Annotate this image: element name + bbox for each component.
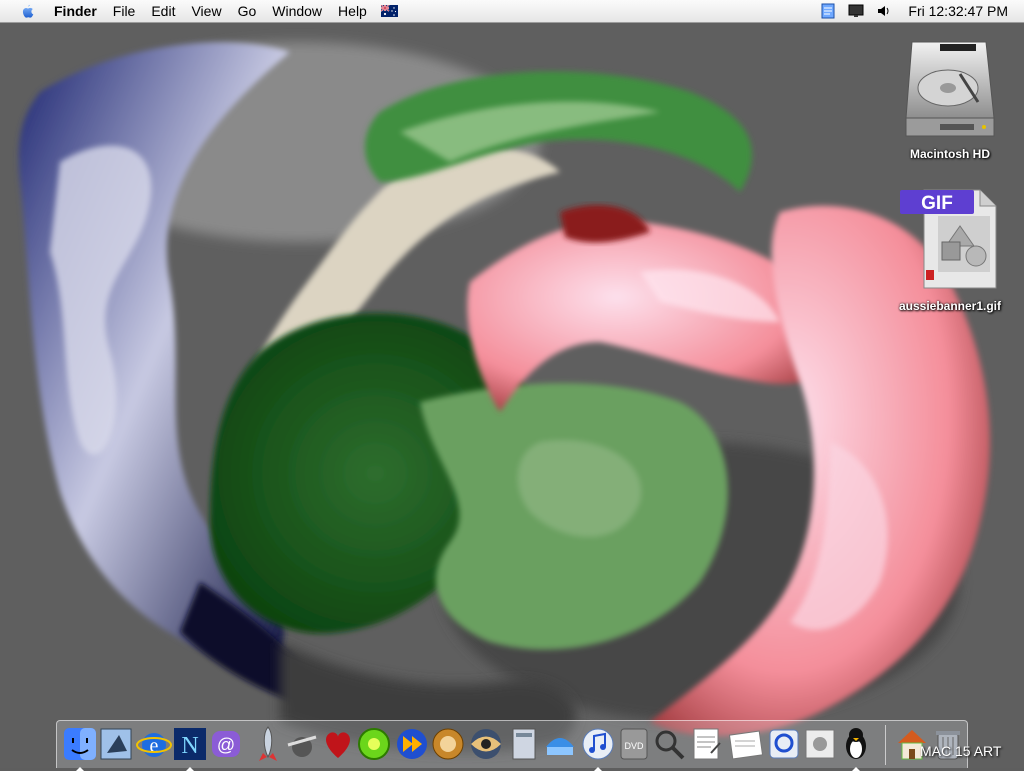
menu-bar: Finder File Edit View Go Window Help Fri…	[0, 0, 1024, 23]
forward-icon	[397, 729, 427, 759]
dock-item-internet-explorer[interactable]: e	[135, 725, 173, 763]
menu-file[interactable]: File	[105, 0, 144, 22]
dock-item-heart[interactable]	[319, 725, 357, 763]
search-icon	[655, 730, 685, 760]
bluecircle-icon	[358, 728, 390, 760]
desktop-icon-label: aussiebanner1.gif	[898, 299, 1002, 313]
dock-item-eye[interactable]	[467, 725, 505, 763]
iseek-icon	[287, 735, 317, 757]
rocket-icon	[259, 726, 277, 761]
netscape-icon: N	[174, 728, 206, 760]
document-menu-extra-icon[interactable]	[820, 3, 836, 19]
dock-item-notes[interactable]	[727, 725, 765, 763]
heart-icon	[326, 732, 350, 758]
eye-icon	[471, 729, 501, 759]
desktop-wallpaper	[0, 22, 1024, 768]
dock-item-network[interactable]	[541, 725, 579, 763]
dock-item-finder[interactable]	[61, 725, 99, 771]
display-menu-extra-icon[interactable]	[848, 3, 864, 19]
menu-go[interactable]: Go	[230, 0, 265, 22]
dock-item-iseek[interactable]	[283, 725, 321, 763]
apple-system-icon	[805, 729, 835, 759]
dock-item-rocket[interactable]	[249, 725, 287, 763]
dock: e N @ DVD	[56, 720, 968, 771]
dock-separator	[885, 725, 886, 765]
apple-menu-icon[interactable]	[18, 2, 36, 20]
dvd-player-icon: DVD	[620, 728, 648, 760]
quicktime-icon	[769, 729, 799, 759]
gif-badge-text: GIF	[921, 193, 953, 214]
dock-item-disk-utility[interactable]	[505, 725, 543, 763]
dock-item-search[interactable]	[651, 725, 689, 763]
text-edit-icon	[693, 728, 721, 760]
svg-text:@: @	[217, 735, 235, 755]
dock-item-apple-system[interactable]	[801, 725, 839, 763]
dock-item-dvd-player[interactable]: DVD	[615, 725, 653, 763]
notes-icon	[728, 730, 764, 760]
sherlock-icon: @	[212, 731, 240, 757]
desktop-icon-aussiebanner[interactable]: GIF aussiebanner1.gif	[880, 186, 1020, 313]
dock-item-gear-clock[interactable]	[429, 725, 467, 763]
dock-caption: MAC 15 ART	[920, 743, 1002, 759]
gif-file-icon: GIF	[900, 189, 997, 289]
dock-item-mail[interactable]	[97, 725, 135, 763]
svg-text:DVD: DVD	[624, 741, 644, 751]
itunes-icon	[582, 728, 614, 760]
finder-icon	[64, 728, 96, 760]
australia-flag-icon[interactable]	[380, 5, 398, 17]
gear-clock-icon	[432, 728, 464, 760]
menu-view[interactable]: View	[183, 0, 229, 22]
menu-window[interactable]: Window	[264, 0, 330, 22]
dock-item-sherlock[interactable]: @	[207, 725, 245, 763]
desktop-icon-label: Macintosh HD	[909, 147, 990, 161]
menu-app-finder[interactable]: Finder	[54, 0, 105, 22]
menu-help[interactable]: Help	[330, 0, 375, 22]
dock-item-netscape[interactable]: N	[171, 725, 209, 771]
dock-item-penguin[interactable]	[837, 725, 875, 771]
menu-clock[interactable]: Fri 12:32:47 PM	[908, 3, 1008, 19]
dock-item-forward[interactable]	[393, 725, 431, 763]
svg-text:N: N	[181, 733, 198, 759]
menu-edit[interactable]: Edit	[143, 0, 183, 22]
internet-explorer-icon: e	[136, 733, 172, 757]
desktop-icon-macintosh-hd[interactable]: Macintosh HD	[880, 36, 1020, 161]
dock-item-quicktime[interactable]	[765, 725, 803, 763]
dock-item-itunes[interactable]	[579, 725, 617, 771]
network-icon	[546, 738, 574, 755]
hard-drive-icon	[905, 41, 995, 137]
dock-item-text-edit[interactable]	[687, 725, 725, 763]
disk-utility-icon	[512, 728, 536, 760]
penguin-icon	[846, 728, 866, 759]
volume-icon[interactable]	[876, 3, 892, 19]
mail-icon	[100, 728, 132, 760]
dock-item-bluecircle[interactable]	[355, 725, 393, 763]
